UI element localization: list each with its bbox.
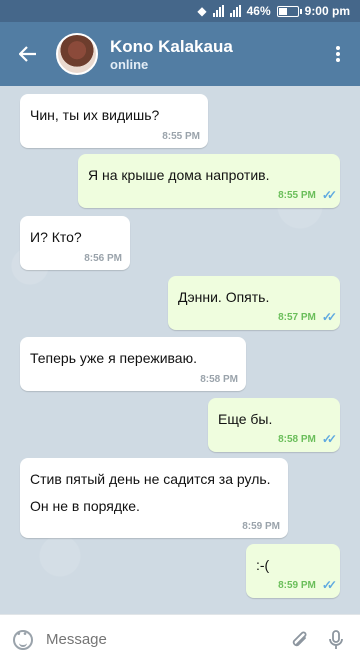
battery-icon — [276, 5, 302, 17]
message-text: Я на крыше дома напротив. — [88, 167, 270, 183]
contact-name: Kono Kalakaua — [110, 36, 233, 56]
smiley-icon — [13, 629, 33, 650]
battery-fill — [278, 7, 287, 15]
more-vertical-icon — [336, 46, 340, 62]
message-text: Чин, ты их видишь? — [30, 107, 160, 123]
signal-icon — [212, 5, 224, 17]
signal-icon-2 — [229, 5, 241, 17]
message-text: Стив пятый день не садится за руль. Он н… — [30, 471, 271, 514]
message-input[interactable] — [46, 631, 282, 648]
message-text: И? Кто? — [30, 229, 82, 245]
message-bubble[interactable]: Я на крыше дома напротив. 8:55 PM ✓✓ — [78, 154, 340, 208]
emoji-button[interactable] — [0, 615, 46, 664]
double-check-icon: ✓✓ — [321, 578, 337, 592]
message-list[interactable]: Чин, ты их видишь? 8:55 PM Я на крыше до… — [0, 86, 360, 614]
message-bubble[interactable]: Еще бы. 8:58 PM ✓✓ — [208, 398, 340, 452]
arrow-left-icon — [19, 46, 36, 62]
message-text: :-( — [256, 557, 270, 573]
microphone-icon — [329, 629, 343, 649]
message-bubble[interactable]: И? Кто? 8:56 PM — [20, 216, 130, 270]
menu-button[interactable] — [316, 22, 360, 86]
double-check-icon: ✓✓ — [321, 432, 337, 446]
double-check-icon: ✓✓ — [321, 310, 337, 324]
status-bar: ◆ 46% 9:00 pm — [0, 0, 360, 22]
message-time: 8:57 PM — [278, 311, 316, 323]
message-bubble[interactable]: Дэнни. Опять. 8:57 PM ✓✓ — [168, 276, 340, 330]
message-time: 8:55 PM — [162, 131, 200, 142]
message-bubble[interactable]: Чин, ты их видишь? 8:55 PM — [20, 94, 208, 148]
composer — [0, 614, 360, 664]
message-text: Еще бы. — [218, 411, 273, 427]
double-check-icon: ✓✓ — [321, 188, 337, 202]
clock: 9:00 pm — [304, 4, 350, 18]
contact-status: online — [110, 56, 149, 72]
message-bubble[interactable]: Стив пятый день не садится за руль. Он н… — [20, 458, 288, 538]
chat-header: Kono Kalakaua online — [0, 22, 360, 86]
message-time: 8:58 PM — [200, 374, 238, 385]
message-time: 8:56 PM — [84, 253, 122, 264]
message-time: 8:59 PM — [242, 521, 280, 532]
avatar[interactable] — [56, 33, 98, 75]
attach-button[interactable] — [282, 615, 318, 664]
battery-percent: 46% — [246, 4, 271, 18]
message-bubble[interactable]: :-( 8:59 PM ✓✓ — [246, 544, 340, 598]
message-bubble[interactable]: Теперь уже я переживаю. 8:58 PM — [20, 337, 246, 391]
message-time: 8:59 PM — [278, 579, 316, 591]
mic-button[interactable] — [318, 615, 354, 664]
paperclip-icon — [292, 631, 307, 646]
contact-info[interactable]: Kono Kalakaua online — [110, 37, 316, 72]
message-time: 8:55 PM — [278, 189, 316, 201]
message-text: Дэнни. Опять. — [178, 289, 270, 305]
message-text: Теперь уже я переживаю. — [30, 350, 197, 366]
message-time: 8:58 PM — [278, 433, 316, 445]
back-button[interactable] — [0, 22, 56, 86]
wifi-icon: ◆ — [197, 4, 207, 18]
